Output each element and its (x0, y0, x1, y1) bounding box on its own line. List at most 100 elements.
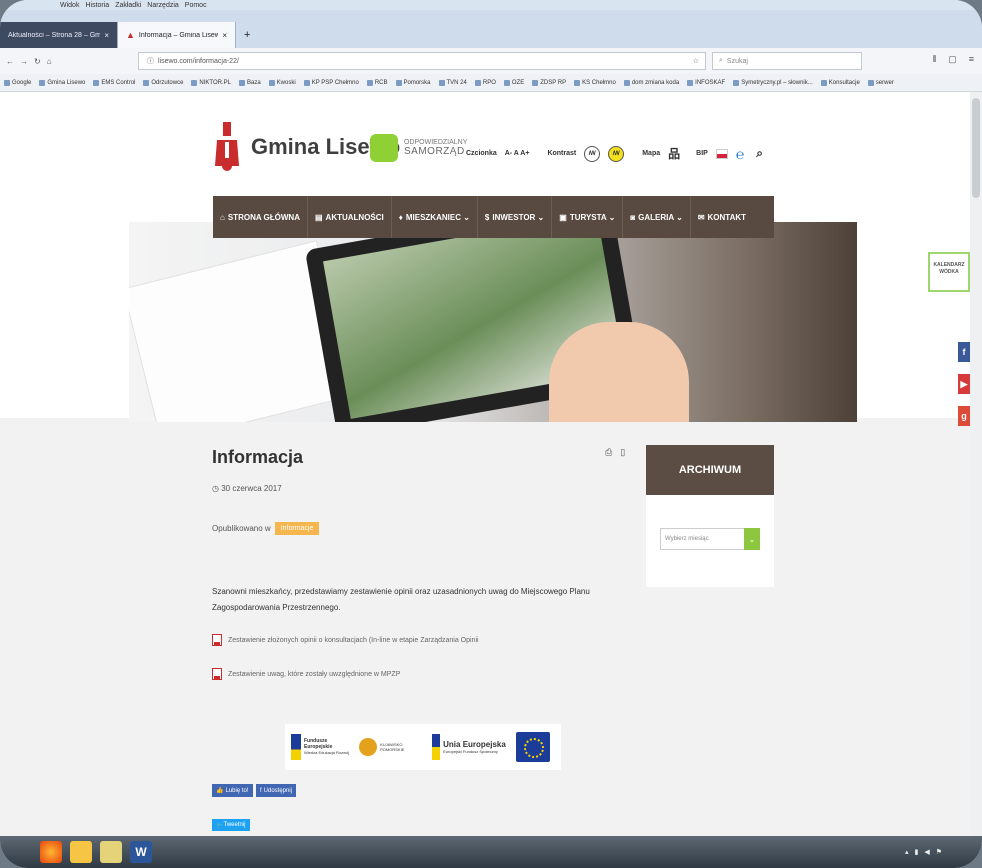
bookmark-item[interactable]: Pomorska (395, 79, 431, 86)
sidebar-icon[interactable]: ▢ (948, 54, 957, 65)
menu-zakladki[interactable]: Zakładki (115, 2, 141, 9)
url-bar[interactable]: ⓘ lisewo.com/informacja-22/ ☆ (138, 52, 706, 70)
page-content-area (0, 418, 970, 840)
bookmark-label: dom zmiana koda (631, 79, 680, 86)
nav-mieszkaniec[interactable]: ♦ MIESZKANIEC ⌄ (392, 196, 478, 238)
reload-icon[interactable]: ↻ (34, 57, 41, 66)
bip-flag-icon[interactable] (715, 148, 728, 159)
flag-icon (432, 734, 441, 760)
bookmark-favicon-icon (438, 79, 445, 86)
menu-pomoc[interactable]: Pomoc (185, 2, 207, 9)
tab-informacja[interactable]: ▲ Informacja – Gmina Lisewo × (118, 22, 236, 48)
bookmark-item[interactable]: INFOSKAF (687, 79, 726, 86)
page-scrollbar[interactable] (970, 92, 982, 836)
bookmark-item[interactable]: Kwoski (268, 79, 296, 86)
new-tab-button[interactable]: + (236, 22, 258, 48)
bookmark-item[interactable]: NIKTOR.PL (191, 79, 231, 86)
bookmark-label: ZDSP RP (540, 79, 567, 86)
nav-galeria[interactable]: ◙ GALERIA ⌄ (623, 196, 691, 238)
archive-month-select[interactable]: Wybierz miesiąc ⌄ (660, 528, 760, 550)
map-label[interactable]: Mapa (642, 150, 660, 157)
sitemap-icon[interactable]: 品 (668, 145, 680, 162)
bookmark-item[interactable]: KS Chełmno (574, 79, 616, 86)
category-tag[interactable]: Informacje (274, 522, 320, 535)
volume-icon[interactable]: ◀ (924, 848, 929, 856)
attachment-link[interactable]: Zestawienie uwag, które zostały uwzględn… (212, 668, 400, 680)
tweet-button[interactable]: 🐦 Tweetnij (212, 819, 250, 831)
bookmark-item[interactable]: EMS Control (93, 79, 135, 86)
epuap-icon[interactable]: ℮ (736, 146, 744, 162)
search-icon: ⌕ (719, 57, 723, 64)
bookmark-item[interactable]: ZDSP RP (532, 79, 567, 86)
browser-search-input[interactable]: ⌕ Szukaj (712, 52, 862, 70)
google-plus-icon[interactable]: g (958, 406, 970, 426)
bookmark-item[interactable]: dom zmiana koda (623, 79, 680, 86)
nav-inwestor[interactable]: $ INWESTOR ⌄ (478, 196, 553, 238)
scrollbar-thumb[interactable] (972, 98, 980, 198)
bookmark-item[interactable]: Gmina Lisewo (39, 79, 85, 86)
lock-icon: ⓘ (147, 58, 154, 65)
search-icon[interactable]: ⌕ (756, 146, 763, 161)
bookmark-item[interactable]: RCB (366, 79, 388, 86)
calendar-widget[interactable]: KALENDARZ WÓDKA (928, 252, 970, 292)
facebook-icon[interactable]: f (958, 342, 970, 362)
close-icon[interactable]: × (104, 31, 109, 40)
nav-kontakt[interactable]: ✉ KONTAKT (691, 196, 753, 238)
bip-label[interactable]: BIP (696, 150, 708, 157)
close-icon[interactable]: × (222, 31, 227, 40)
menu-historia[interactable]: Historia (85, 2, 109, 9)
explorer-icon[interactable] (100, 841, 122, 863)
nav-aktualnosci[interactable]: ▤ AKTUALNOŚCI (308, 196, 392, 238)
pdf-icon[interactable]: ▯ (620, 447, 625, 458)
bookmark-star-icon[interactable]: ☆ (693, 57, 699, 65)
folder-icon[interactable] (70, 841, 92, 863)
contrast-normal-button[interactable]: ꟿ (584, 145, 601, 162)
nav-strona-glowna[interactable]: ⌂ STRONA GŁÓWNA (213, 196, 308, 238)
bookmark-item[interactable]: OZE (503, 79, 524, 86)
bookmark-item[interactable]: RPO (474, 79, 496, 86)
samorzad-badge[interactable]: ODPOWIEDZIALNY SAMORZĄD (370, 134, 467, 162)
article-date: ◷ 30 czerwca 2017 (212, 484, 282, 493)
facebook-share-button[interactable]: f Udostępnij (256, 784, 297, 797)
bookmark-label: INFOSKAF (695, 79, 726, 86)
menu-widok[interactable]: Widok (60, 2, 79, 9)
bookmark-item[interactable]: Baza (238, 79, 261, 86)
eu-flag-icon (515, 732, 550, 762)
published-in-label: Opublikowano w (212, 524, 271, 533)
bookmark-item[interactable]: TVN 24 (438, 79, 467, 86)
bookmark-item[interactable]: Google (4, 79, 31, 86)
bookmark-item[interactable]: KP PSP Chełmno (303, 79, 359, 86)
attachment-link[interactable]: Zestawienie złożonych opinii o konsultac… (212, 634, 479, 646)
fundusze-text: Fundusze Europejskie (304, 738, 333, 750)
bookmark-item[interactable]: Symetryczny.pl – słownik... (733, 79, 813, 86)
bookmark-item[interactable]: Konsultacje (820, 79, 860, 86)
back-icon[interactable]: ← (6, 57, 14, 66)
bookmark-favicon-icon (503, 79, 510, 86)
flag-tray-icon[interactable]: ⚑ (936, 848, 942, 856)
forward-icon[interactable]: → (20, 57, 28, 66)
bookmark-item[interactable]: serwer (867, 79, 894, 86)
youtube-icon[interactable]: ▶ (958, 374, 970, 394)
nav-turysta[interactable]: ▣ TURYSTA ⌄ (552, 196, 624, 238)
network-icon[interactable]: ▮ (914, 848, 918, 856)
hero-banner (129, 222, 857, 422)
bookmark-item[interactable]: Odrzutowce (143, 79, 183, 86)
menu-narzedzia[interactable]: Narzędzia (147, 2, 179, 9)
nav-label: AKTUALNOŚCI (325, 212, 384, 222)
facebook-like-button[interactable]: 👍 Lubię to! (212, 784, 253, 797)
camera-icon: ◙ (630, 212, 636, 222)
contrast-yellow-button[interactable]: ꟿ (608, 145, 625, 162)
print-icon[interactable]: ⎙ (605, 447, 612, 458)
firefox-icon[interactable] (40, 841, 62, 863)
pdf-icon (212, 668, 222, 680)
tab-aktualnosci[interactable]: Aktualności – Strona 28 – Gmi... × (0, 22, 118, 48)
tray-arrow-icon[interactable]: ▴ (905, 848, 909, 856)
home-icon[interactable]: ⌂ (47, 57, 52, 66)
hamburger-menu-icon[interactable]: ≡ (969, 54, 974, 65)
fundusze-icon (291, 734, 301, 760)
bookmark-favicon-icon (687, 79, 694, 86)
word-icon[interactable]: W (130, 841, 152, 863)
kujawsko-text: KUJAWSKO POMORSKIE (380, 742, 405, 752)
font-size-buttons[interactable]: A- A A+ (505, 150, 530, 157)
library-icon[interactable]: ⫴ (932, 54, 936, 65)
